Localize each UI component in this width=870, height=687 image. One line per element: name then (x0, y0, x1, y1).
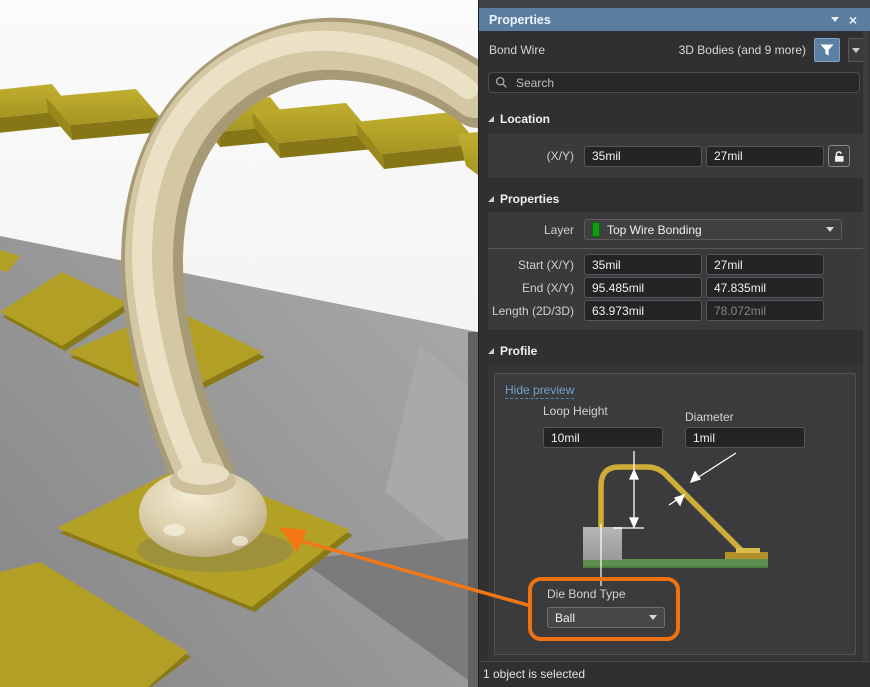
wire-profile-preview: Hide preview Loop Height Diameter (494, 373, 856, 655)
panel-menu-button[interactable] (826, 11, 844, 29)
location-y-input[interactable] (706, 146, 824, 167)
properties-panel: Properties × Bond Wire 3D Bodies (and 9 … (478, 0, 870, 687)
diameter-dimension-arrow (669, 453, 736, 505)
section-title: Properties (500, 192, 559, 206)
layer-value: Top Wire Bonding (607, 223, 702, 237)
panel-top-strip (479, 0, 870, 8)
location-x-input[interactable] (584, 146, 702, 167)
wire-profile (601, 467, 741, 550)
chevron-down-icon (826, 227, 834, 232)
search-icon (495, 76, 508, 89)
layer-label: Layer (488, 223, 584, 237)
section-title: Profile (500, 344, 537, 358)
start-y-input[interactable] (706, 254, 824, 275)
section-header-properties[interactable]: Properties (488, 192, 559, 206)
pcb-3d-viewport[interactable] (0, 0, 478, 687)
diameter-input[interactable] (685, 427, 805, 448)
panel-title-bar: Properties × (479, 8, 870, 31)
loop-height-input[interactable] (543, 427, 663, 448)
profile-section: Hide preview Loop Height Diameter (488, 364, 863, 660)
application-window: Properties × Bond Wire 3D Bodies (and 9 … (0, 0, 870, 687)
status-text: 1 object is selected (483, 667, 585, 681)
section-title: Location (500, 112, 550, 126)
section-header-location[interactable]: Location (488, 112, 550, 126)
pcb-substrate (583, 559, 768, 568)
properties-section: Layer Top Wire Bonding Start (X/Y) End (… (488, 212, 863, 330)
unlock-icon (833, 150, 846, 163)
loop-height-dimension-arrow (613, 451, 644, 528)
section-header-profile[interactable]: Profile (488, 344, 537, 358)
collapse-triangle-icon (488, 348, 494, 354)
length-2d-input[interactable] (584, 300, 702, 321)
end-xy-label: End (X/Y) (488, 281, 584, 295)
chevron-down-icon (649, 615, 657, 620)
panel-title: Properties (489, 13, 826, 27)
start-xy-label: Start (X/Y) (488, 258, 584, 272)
search-box (488, 72, 860, 93)
length-3d-input (706, 300, 824, 321)
end-x-input[interactable] (584, 277, 702, 298)
die-bond-type-dropdown[interactable]: Ball (547, 607, 665, 628)
start-x-input[interactable] (584, 254, 702, 275)
diameter-label: Diameter (685, 410, 734, 424)
search-input[interactable] (514, 75, 853, 91)
die-bond-type-label: Die Bond Type (547, 587, 626, 601)
length-label: Length (2D/3D) (488, 304, 584, 318)
filter-dropdown-button[interactable] (848, 38, 864, 62)
filter-button[interactable] (814, 38, 840, 62)
divider (479, 661, 870, 662)
die-block (583, 527, 622, 560)
location-section: (X/Y) (488, 133, 863, 178)
hide-preview-link[interactable]: Hide preview (505, 383, 574, 399)
divider (488, 248, 863, 249)
end-y-input[interactable] (706, 277, 824, 298)
die-bond-type-value: Ball (555, 611, 575, 625)
close-icon: × (849, 13, 857, 27)
filter-scope-label: 3D Bodies (and 9 more) (679, 43, 806, 57)
loop-height-label: Loop Height (543, 404, 608, 418)
chevron-down-icon (852, 48, 860, 53)
funnel-icon (820, 44, 834, 57)
object-type-label: Bond Wire (489, 43, 545, 57)
lock-button[interactable] (828, 145, 850, 167)
xy-label: (X/Y) (488, 149, 584, 163)
object-header-row: Bond Wire 3D Bodies (and 9 more) (479, 36, 870, 64)
collapse-triangle-icon (488, 116, 494, 122)
layer-dropdown[interactable]: Top Wire Bonding (584, 219, 842, 240)
panel-close-button[interactable]: × (844, 11, 862, 29)
layer-color-swatch (592, 222, 600, 237)
panel-scrollbar[interactable] (863, 31, 869, 661)
collapse-triangle-icon (488, 196, 494, 202)
bond-finger (725, 552, 768, 559)
chevron-down-icon (831, 17, 839, 22)
